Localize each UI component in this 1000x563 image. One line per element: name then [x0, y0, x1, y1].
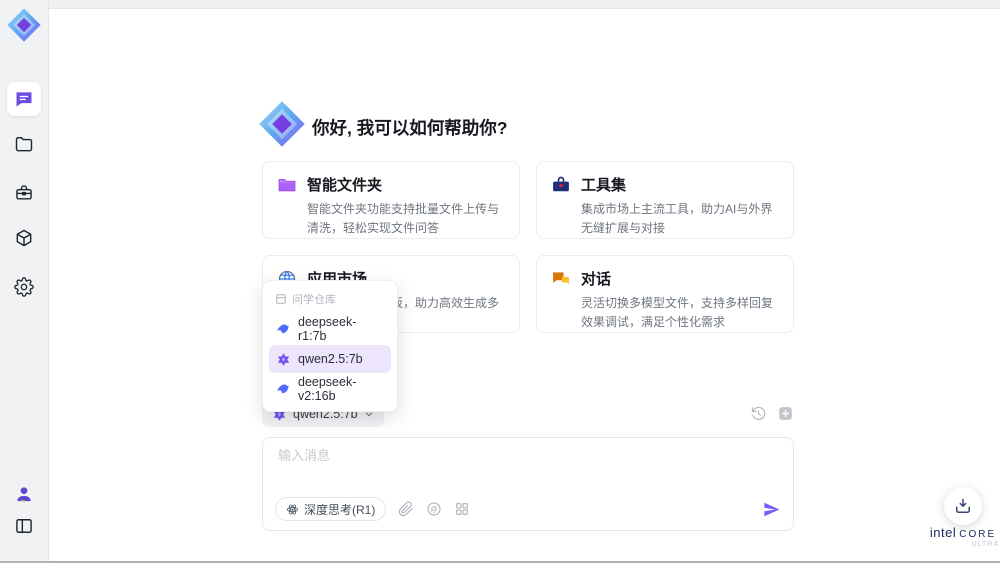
card-toolset[interactable]: 工具集 集成市场上主流工具，助力AI与外界无缝扩展与对接 — [536, 161, 794, 239]
send-icon[interactable] — [762, 500, 781, 519]
dialog-icon — [553, 271, 569, 284]
atom-icon — [286, 504, 299, 514]
toolset-icon — [553, 176, 569, 191]
message-input[interactable] — [276, 447, 760, 464]
intel-ultra-text: ULTRA — [971, 541, 999, 548]
deep-think-toggle[interactable]: 深度思考(R1) — [275, 497, 387, 521]
repo-icon — [276, 294, 286, 304]
sidebar-item-collapse[interactable] — [14, 516, 34, 536]
model-option-label: deepseek-v2:16b — [298, 375, 357, 403]
sidebar-item-apps[interactable] — [14, 228, 34, 248]
sidebar-item-chat[interactable] — [7, 82, 41, 116]
card-desc: 智能文件夹功能支持批量文件上传与清洗，轻松实现文件问答 — [307, 202, 500, 235]
card-desc: 灵活切换多模型文件，支持多样回复效果调试，满足个性化需求 — [581, 296, 774, 329]
card-title: 对话 — [581, 271, 612, 288]
greeting-title: 你好, 我可以如何帮助你? — [312, 118, 508, 138]
model-option-label: deepseek-r1:7b — [298, 315, 357, 343]
chat-bubble-icon — [16, 92, 32, 107]
composer: 深度思考(R1) @ — [262, 437, 794, 531]
card-desc: 集成市场上主流工具，助力AI与外界无缝扩展与对接 — [581, 202, 773, 235]
download-fab[interactable] — [944, 487, 982, 525]
model-dropdown-header: 问学仓库 — [269, 287, 391, 313]
model-option-deepseek-r1[interactable]: deepseek-r1:7b — [269, 315, 391, 343]
gear-icon — [14, 277, 34, 297]
model-option-qwen[interactable]: qwen2.5:7b — [269, 345, 391, 373]
app-logo-icon — [5, 6, 43, 44]
composer-toolbar: 深度思考(R1) @ — [275, 497, 781, 521]
user-icon — [17, 487, 31, 502]
greeting-logo-icon — [256, 98, 308, 150]
intel-logo-text: intel — [929, 525, 957, 540]
smart-folder-icon — [278, 178, 296, 191]
sidebar-item-toolbox[interactable] — [14, 183, 34, 203]
intel-core-badge: intel CORE ULTRA — [913, 525, 1000, 548]
card-dialog[interactable]: 对话 灵活切换多模型文件，支持多样回复效果调试，满足个性化需求 — [536, 255, 794, 333]
sidebar-item-settings[interactable] — [14, 277, 34, 297]
card-title: 智能文件夹 — [307, 177, 383, 194]
briefcase-icon — [16, 185, 32, 200]
new-chat-icon[interactable] — [777, 405, 794, 422]
folder-icon — [15, 137, 33, 152]
intel-core-text: CORE — [959, 529, 997, 540]
card-title: 工具集 — [581, 177, 627, 194]
card-smart-folder[interactable]: 智能文件夹 智能文件夹功能支持批量文件上传与清洗，轻松实现文件问答 — [262, 161, 520, 239]
model-option-deepseek-v2[interactable]: deepseek-v2:16b — [269, 375, 391, 403]
at-icon[interactable]: @ — [426, 501, 442, 517]
panel-toggle-icon — [16, 519, 32, 533]
main-area: 你好, 我可以如何帮助你? 智能文件夹 智能文件夹功能支持批量文件上传与清洗，轻… — [49, 8, 1000, 561]
download-icon — [956, 498, 970, 513]
sidebar-item-folders[interactable] — [14, 134, 34, 154]
deep-think-label: 深度思考(R1) — [304, 502, 376, 517]
cube-icon — [16, 229, 32, 247]
model-option-label: qwen2.5:7b — [298, 352, 363, 366]
grid-icon[interactable] — [454, 501, 470, 517]
paperclip-icon[interactable] — [398, 501, 414, 517]
deepseek-icon — [277, 384, 290, 393]
history-icon[interactable] — [750, 405, 767, 422]
sidebar-item-account[interactable] — [14, 484, 34, 504]
qwen-icon — [277, 352, 290, 366]
model-dropdown: 问学仓库 deepseek-r1:7b qwen2.5:7b deepseek-… — [262, 280, 398, 412]
deepseek-icon — [277, 324, 290, 333]
sidebar — [0, 0, 49, 563]
svg-text:@: @ — [431, 505, 438, 514]
